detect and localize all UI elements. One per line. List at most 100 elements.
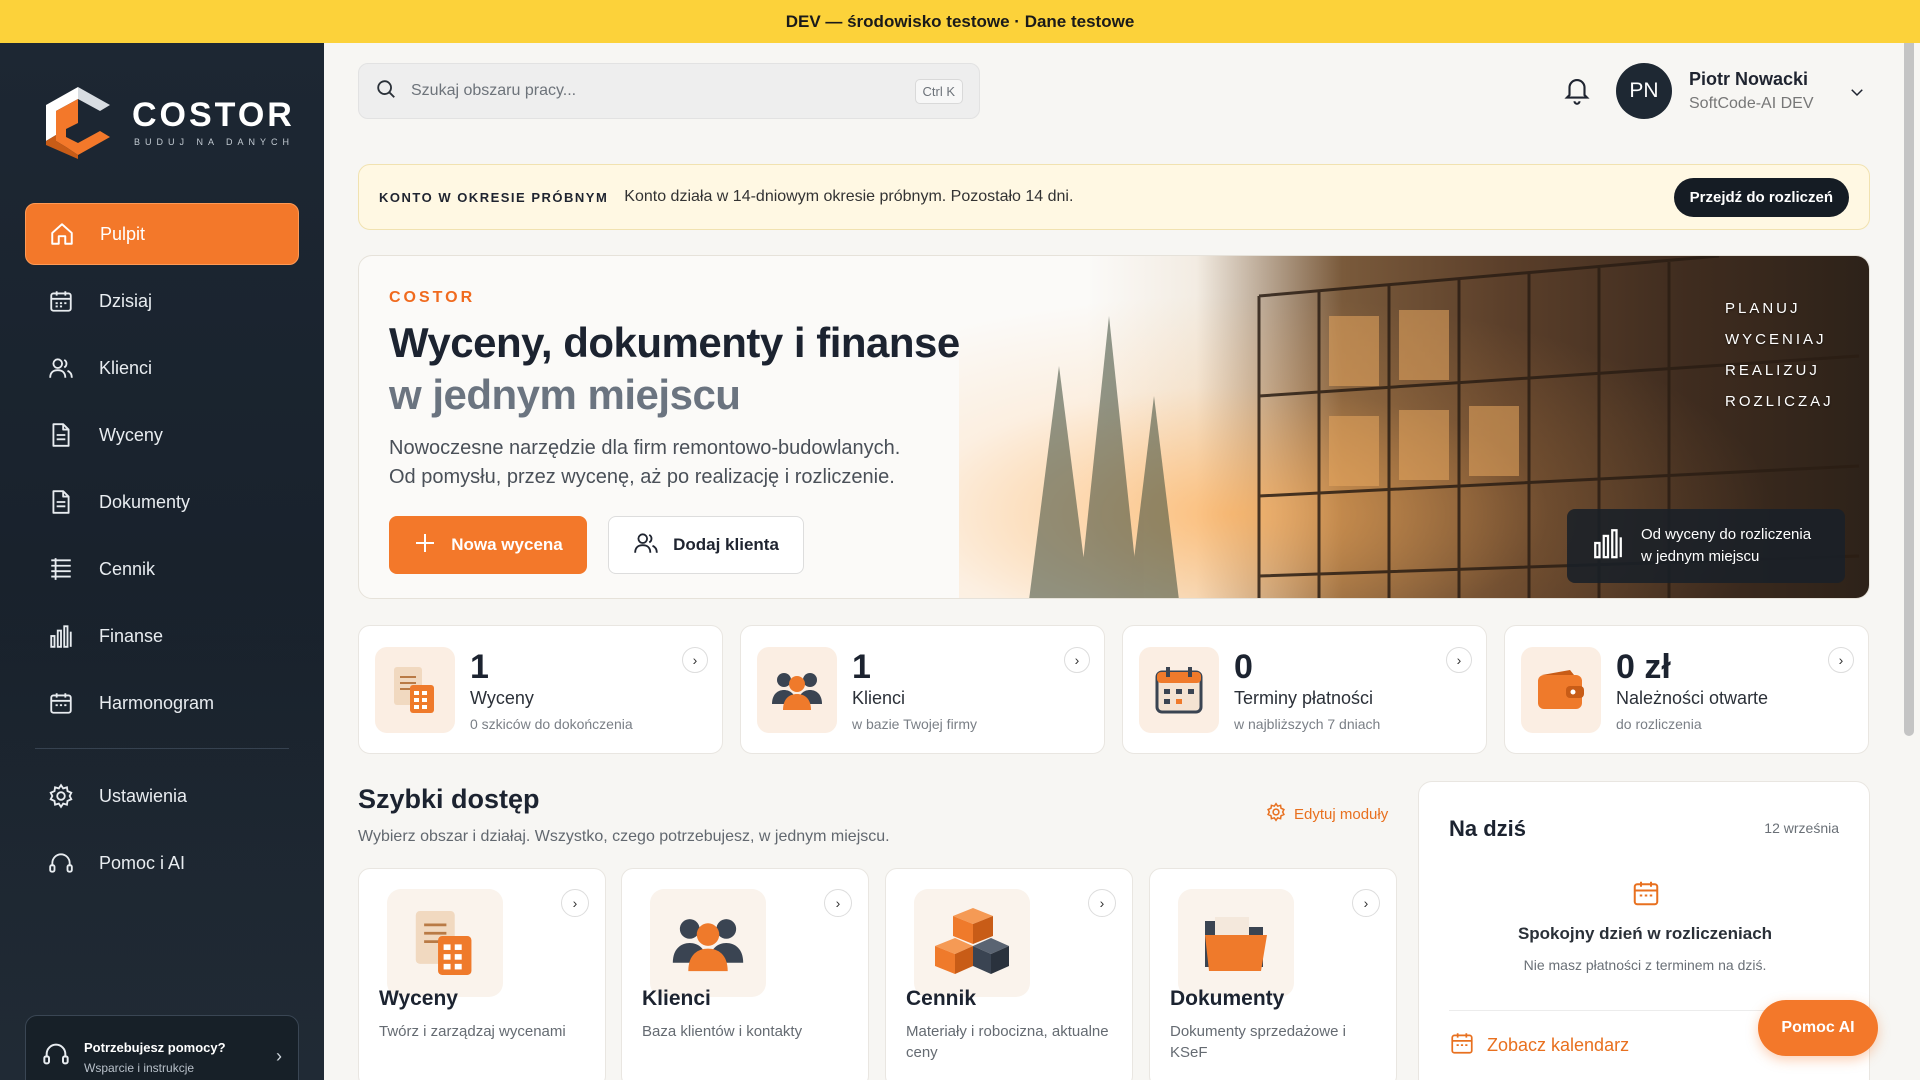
sidebar-nav: Pulpit Dzisiaj Klienci Wyceny Dokumenty (25, 203, 299, 899)
tile-title: Wyceny (379, 987, 458, 1010)
sidebar-item-cennik[interactable]: Cennik (25, 538, 299, 600)
quick-access-title: Szybki dostęp (358, 784, 540, 814)
stat-label: Klienci (852, 688, 906, 708)
search-shortcut: Ctrl K (914, 78, 963, 104)
help-card[interactable]: Potrzebujesz pomocy? Wsparcie i instrukc… (25, 1015, 299, 1080)
quick-tile-klienci[interactable]: Klienci Baza klientów i kontakty › (621, 868, 869, 1080)
bell-icon[interactable] (1562, 75, 1592, 110)
stat-value: 1 (470, 648, 489, 686)
edit-modules-button[interactable]: Edytuj moduły (1266, 802, 1388, 826)
stat-card-naleznosci[interactable]: 0 zł Należności otwarte do rozliczenia › (1504, 625, 1869, 754)
gear-icon (47, 782, 75, 810)
headset-icon (47, 849, 75, 877)
tile-subtitle: Twórz i zarządzaj wycenami (379, 1023, 566, 1040)
stat-card-klienci[interactable]: 1 Klienci w bazie Twojej firmy › (740, 625, 1105, 754)
gear-icon (1266, 802, 1286, 826)
quick-tile-dokumenty[interactable]: Dokumenty Dokumenty sprzedażowe i KSeF › (1149, 868, 1397, 1080)
avatar[interactable]: PN (1616, 63, 1672, 119)
view-calendar-label: Zobacz kalendarz (1487, 1035, 1630, 1055)
sidebar-item-wyceny[interactable]: Wyceny (25, 404, 299, 466)
tile-title: Dokumenty (1170, 987, 1285, 1010)
users-icon (633, 530, 659, 561)
sidebar-item-dzisiaj[interactable]: Dzisiaj (25, 270, 299, 332)
help-subtitle: Wsparcie i instrukcje (84, 1061, 195, 1075)
chevron-right-icon[interactable]: › (561, 889, 589, 917)
bar-chart-icon (1591, 526, 1625, 567)
chevron-down-icon[interactable] (1848, 83, 1866, 106)
tile-subtitle: Dokumenty sprzedażowe i KSeF (1170, 1023, 1346, 1061)
stat-card-wyceny[interactable]: 1 Wyceny 0 szkiców do dokończenia › (358, 625, 723, 754)
people-icon (650, 889, 766, 997)
quick-tile-wyceny[interactable]: Wyceny Twórz i zarządzaj wycenami › (358, 868, 606, 1080)
today-subtitle: Nie masz płatności z terminem na dziś. (1523, 957, 1767, 973)
hero-step: ROZLICZAJ (1725, 393, 1834, 410)
headset-icon (42, 1040, 70, 1073)
chevron-right-icon[interactable]: › (682, 647, 708, 673)
stat-label: Terminy płatności (1234, 688, 1374, 708)
user-name[interactable]: Piotr Nowacki (1689, 69, 1808, 90)
trial-text: Konto działa w 14-dniowym okresie próbny… (624, 188, 1074, 205)
stat-subtitle: 0 szkiców do dokończenia (470, 716, 633, 732)
trial-tag: KONTO W OKRESIE PRÓBNYM (379, 189, 609, 205)
stat-label: Należności otwarte (1616, 688, 1769, 708)
sidebar-item-label: Dokumenty (99, 491, 191, 512)
hero-title: Wyceny, dokumenty i finanse (389, 319, 960, 366)
chevron-right-icon[interactable]: › (1064, 647, 1090, 673)
quick-tile-cennik[interactable]: Cennik Materiały i robocizna, aktualne c… (885, 868, 1133, 1080)
chevron-right-icon[interactable]: › (1446, 647, 1472, 673)
sidebar-item-label: Ustawienia (99, 785, 188, 806)
tile-title: Cennik (906, 987, 977, 1010)
sidebar-item-label: Pulpit (100, 223, 146, 244)
today-title: Na dziś (1449, 816, 1527, 841)
page-scrollbar[interactable] (1904, 24, 1914, 736)
wallet-icon (1521, 647, 1601, 733)
calendar-icon (1449, 1030, 1475, 1061)
stat-subtitle: do rozliczenia (1616, 716, 1702, 732)
chevron-right-icon[interactable]: › (1828, 647, 1854, 673)
sidebar-item-label: Harmonogram (99, 692, 215, 713)
hero-description-line: Nowoczesne narzędzie dla firm remontowo-… (389, 437, 901, 459)
bar-chart-icon (47, 622, 75, 650)
sidebar-item-dokumenty[interactable]: Dokumenty (25, 471, 299, 533)
sidebar-item-pomoc-ai[interactable]: Pomoc i AI (25, 832, 299, 894)
brand-tagline: BUDUJ NA DANYCH (134, 136, 295, 147)
add-client-label: Dodaj klienta (673, 535, 779, 554)
go-to-billing-button[interactable]: Przejdź do rozliczeń (1673, 177, 1849, 217)
chevron-right-icon[interactable]: › (824, 889, 852, 917)
brand-logo[interactable]: COSTOR BUDUJ NA DANYCH (38, 81, 295, 161)
sidebar-item-label: Wyceny (99, 424, 163, 445)
tile-subtitle: Materiały i robocizna, aktualne ceny (906, 1023, 1109, 1061)
sidebar-item-finanse[interactable]: Finanse (25, 605, 299, 667)
chevron-right-icon[interactable]: › (1352, 889, 1380, 917)
folder-icon (1178, 889, 1294, 997)
view-calendar-link[interactable]: Zobacz kalendarz (1449, 1030, 1629, 1061)
costor-logo-icon (38, 81, 118, 161)
stat-value: 0 zł (1616, 648, 1671, 686)
calendar-icon (47, 689, 75, 717)
hero-kicker: COSTOR (389, 289, 476, 306)
sidebar-item-ustawienia[interactable]: Ustawienia (25, 765, 299, 827)
stat-label: Wyceny (470, 688, 534, 708)
sidebar-item-harmonogram[interactable]: Harmonogram (25, 672, 299, 734)
calendar-icon (1139, 647, 1219, 733)
new-quote-button[interactable]: Nowa wycena (389, 516, 587, 574)
user-organization: SoftCode-AI DEV (1689, 95, 1814, 112)
chevron-right-icon[interactable]: › (1088, 889, 1116, 917)
new-quote-label: Nowa wycena (451, 535, 563, 554)
today-message: Spokojny dzień w rozliczeniach (1517, 924, 1773, 943)
add-client-button[interactable]: Dodaj klienta (608, 516, 804, 574)
hero-step: REALIZUJ (1725, 362, 1820, 379)
today-date: 12 września (1764, 820, 1839, 836)
sidebar-item-pulpit[interactable]: Pulpit (25, 203, 299, 265)
ai-help-button[interactable]: Pomoc AI (1758, 1000, 1878, 1056)
tile-title: Klienci (642, 987, 711, 1010)
stat-card-terminy[interactable]: 0 Terminy płatności w najbliższych 7 dni… (1122, 625, 1487, 754)
search-input[interactable]: Szukaj obszaru pracy... Ctrl K (358, 63, 980, 119)
hero-description: Nowoczesne narzędzie dla firm remontowo-… (389, 434, 900, 492)
hero-badge-text: w jednym miejscu (1641, 548, 1760, 565)
help-title: Potrzebujesz pomocy? (84, 1040, 226, 1055)
brand-name: COSTOR (132, 95, 295, 134)
sidebar-item-klienci[interactable]: Klienci (25, 337, 299, 399)
sidebar-item-label: Dzisiaj (99, 290, 153, 311)
stat-subtitle: w najbliższych 7 dniach (1234, 716, 1381, 732)
